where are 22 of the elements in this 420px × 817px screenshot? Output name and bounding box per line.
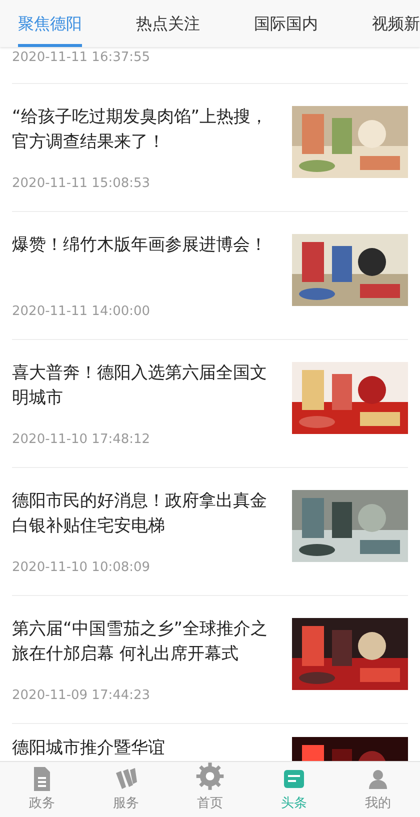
news-item[interactable]: 爆赞！绵竹木版年画参展进博会！ 2020-11-11 14:00:00 xyxy=(12,212,408,340)
news-title: “给孩子吃过期发臭肉馅”上热搜，官方调查结果来了！ xyxy=(12,106,269,154)
date-text: 2020-11-11 15:08:53 xyxy=(12,174,152,192)
news-title: 第六届“中国雪茄之乡”全球推介之旅在什邡启幕 何礼出席开幕式 xyxy=(12,618,269,666)
tab[interactable]: 国际国内 xyxy=(254,0,318,47)
news-title: 德阳市民的好消息！政府拿出真金白银补贴住宅安电梯 xyxy=(12,490,268,538)
news-title: 喜大普奔！德阳入选第六届全国文明城市 xyxy=(12,362,268,410)
news-item[interactable]: 德阳市民的好消息！政府拿出真金白银补贴住宅安电梯 2020-11-10 10:08:09 xyxy=(12,468,408,596)
date-text: 2020-11-09 17:44:23 xyxy=(12,686,152,704)
document-icon xyxy=(32,766,52,790)
tab[interactable]: 热点关注 xyxy=(136,0,200,47)
tab[interactable]: 视频新 xyxy=(372,0,420,47)
news-title: 德阳城市推介暨华谊 xyxy=(12,737,166,760)
news-item[interactable]: 喜大普奔！德阳入选第六届全国文明城市 2020-11-10 17:48:12 xyxy=(12,340,408,468)
date-text: 2020-11-10 10:08:09 xyxy=(12,558,152,576)
news-item[interactable]: 第六届“中国雪茄之乡”全球推介之旅在什邡启幕 何礼出席开幕式 2020-11-09 17:44:23 xyxy=(12,596,408,724)
date-text: 2020-11-10 17:48:12 xyxy=(12,430,152,448)
news-item[interactable]: “给孩子吃过期发臭肉馅”上热搜，官方调查结果来了！ 2020-11-11 15:08:53 xyxy=(12,84,408,212)
service-icon xyxy=(114,766,138,790)
news-title: 爆赞！绵竹木版年画参展进博会！ xyxy=(12,234,268,257)
date-text: 2020-11-11 14:00:00 xyxy=(12,302,152,320)
date-text: 2020-11-11 16:37:55 xyxy=(12,49,150,67)
